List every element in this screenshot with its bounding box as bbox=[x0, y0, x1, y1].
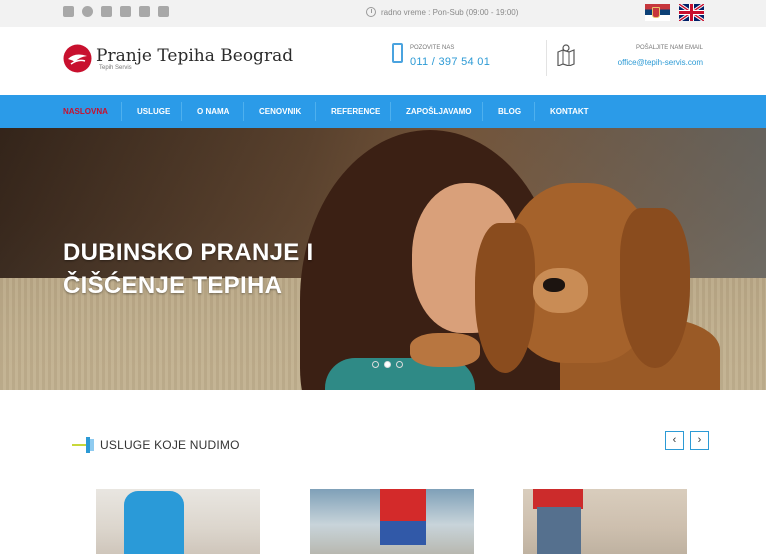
nav-separator bbox=[534, 102, 535, 121]
slider-dot[interactable] bbox=[372, 361, 379, 368]
phone-label: POZOVITE NAS bbox=[410, 45, 455, 51]
youtube-icon[interactable] bbox=[158, 6, 169, 17]
envelope-icon[interactable] bbox=[63, 6, 74, 17]
header-divider bbox=[546, 40, 547, 76]
section-title-icon bbox=[72, 437, 94, 453]
hero-dog-paw bbox=[410, 333, 480, 367]
clock-icon bbox=[366, 7, 376, 17]
nav-separator bbox=[243, 102, 244, 121]
phone-icon bbox=[392, 43, 403, 63]
service-photo-worker bbox=[124, 491, 184, 554]
nav-separator bbox=[181, 102, 182, 121]
skype-icon[interactable] bbox=[82, 6, 93, 17]
facebook-icon[interactable] bbox=[101, 6, 112, 17]
hero-title-line: ČIŠĆENJE TEPIHA bbox=[63, 272, 283, 299]
main-nav: NASLOVNA USLUGE O NAMA CENOVNIK REFERENC… bbox=[0, 95, 766, 128]
social-links bbox=[63, 6, 169, 17]
carousel-next-button[interactable]: › bbox=[690, 431, 709, 450]
service-photo-jeans bbox=[537, 507, 581, 554]
nav-item-cenovnik[interactable]: CENOVNIK bbox=[259, 95, 301, 128]
phone-number[interactable]: 011 / 397 54 01 bbox=[410, 56, 490, 68]
serbian-flag-icon[interactable] bbox=[645, 4, 670, 21]
slider-dot[interactable] bbox=[396, 361, 403, 368]
hero-dog-nose bbox=[543, 278, 565, 292]
top-bar: radno vreme : Pon-Sub (09:00 - 19:00) bbox=[0, 0, 766, 27]
hero-dog-ear bbox=[620, 208, 690, 368]
nav-separator bbox=[315, 102, 316, 121]
nav-item-zaposljavamo[interactable]: ZAPOŠLJAVAMO bbox=[406, 95, 471, 128]
hero-dog-ear bbox=[475, 223, 535, 373]
service-thumbnail[interactable] bbox=[310, 489, 474, 554]
hero-title: DUBINSKO PRANJE I ČIŠĆENJE TEPIHA bbox=[63, 236, 313, 302]
service-photo-worker bbox=[533, 489, 583, 509]
hero-title-line: DUBINSKO PRANJE I bbox=[63, 239, 314, 266]
twitter-icon[interactable] bbox=[120, 6, 131, 17]
nav-separator bbox=[121, 102, 122, 121]
nav-item-usluge[interactable]: USLUGE bbox=[137, 95, 170, 128]
nav-item-kontakt[interactable]: KONTAKT bbox=[550, 95, 589, 128]
nav-item-reference[interactable]: REFERENCE bbox=[331, 95, 380, 128]
section-title: USLUGE KOJE NUDIMO bbox=[100, 438, 240, 452]
google-plus-icon[interactable] bbox=[139, 6, 150, 17]
nav-separator bbox=[390, 102, 391, 121]
slider-dots bbox=[372, 361, 403, 368]
service-thumbnail[interactable] bbox=[523, 489, 687, 554]
logo-subtitle: Tepih Servis bbox=[99, 65, 132, 71]
email-link[interactable]: office@tepih-servis.com bbox=[618, 58, 703, 67]
map-icon bbox=[557, 44, 575, 66]
nav-item-o-nama[interactable]: O NAMA bbox=[197, 95, 229, 128]
slider-dot-active[interactable] bbox=[384, 361, 391, 368]
uk-flag-icon[interactable] bbox=[679, 4, 704, 21]
carousel-prev-button[interactable]: ‹ bbox=[665, 431, 684, 450]
nav-item-naslovna[interactable]: NASLOVNA bbox=[63, 95, 108, 128]
working-hours: radno vreme : Pon-Sub (09:00 - 19:00) bbox=[366, 7, 518, 17]
logo-title[interactable]: Pranje Tepiha Beograd bbox=[96, 46, 293, 66]
service-photo-shorts bbox=[380, 521, 426, 545]
working-hours-text: radno vreme : Pon-Sub (09:00 - 19:00) bbox=[381, 7, 519, 17]
service-thumbnail[interactable] bbox=[96, 489, 260, 554]
nav-item-blog[interactable]: BLOG bbox=[498, 95, 521, 128]
site-header: Pranje Tepiha Beograd Tepih Servis POZOV… bbox=[0, 27, 766, 95]
nav-separator bbox=[482, 102, 483, 121]
logo-icon[interactable] bbox=[63, 44, 92, 73]
email-label: POŠALJITE NAM EMAIL bbox=[635, 45, 703, 51]
